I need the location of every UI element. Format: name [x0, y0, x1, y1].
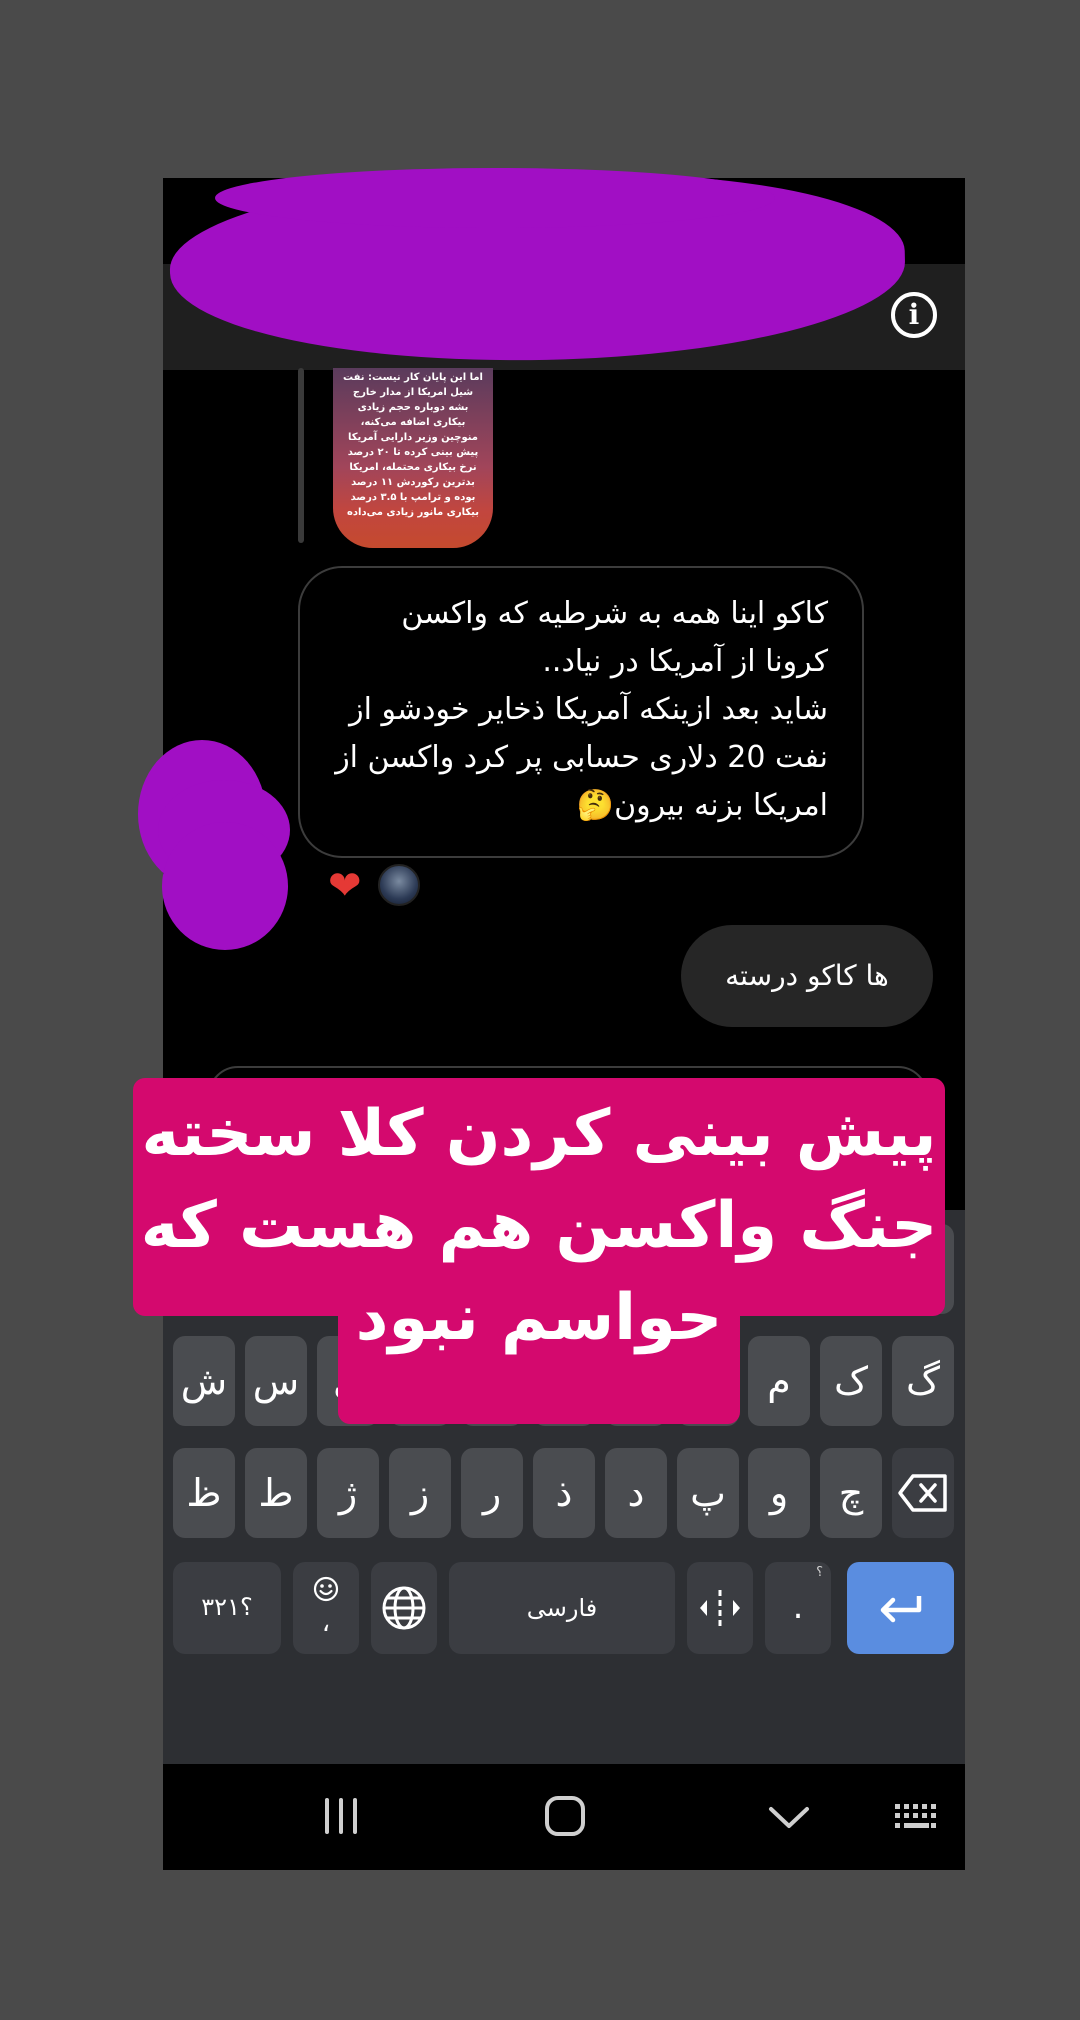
phone-screen: i اما این پایان کار نیست: نفت شیل امریکا…: [163, 178, 965, 1870]
space-bar[interactable]: فارسی: [449, 1562, 675, 1654]
key[interactable]: ز: [389, 1448, 451, 1538]
message-line: شاید بعد ازینکه آمریکا ذخایر خودشو از: [349, 692, 828, 727]
smile-icon: [313, 1576, 339, 1602]
cursor-control-key[interactable]: [687, 1562, 753, 1654]
heart-icon: ❤: [328, 863, 362, 909]
caption-line: پیش بینی کردن کلا سخته: [141, 1097, 937, 1171]
language-key[interactable]: [371, 1562, 437, 1654]
info-icon[interactable]: i: [891, 292, 937, 338]
outgoing-message-text: ها کاکو درسته: [725, 959, 889, 992]
keyboard-icon[interactable]: [893, 1802, 941, 1832]
key[interactable]: ذ: [533, 1448, 595, 1538]
symbols-key[interactable]: ؟۳۲۱: [173, 1562, 281, 1654]
emoji-key[interactable]: ،: [293, 1562, 359, 1654]
key[interactable]: ظ: [173, 1448, 235, 1538]
key[interactable]: ر: [461, 1448, 523, 1538]
caption-line: جنگ واکسن هم هست که: [140, 1189, 938, 1263]
redaction-scribble: [215, 168, 775, 228]
period-key[interactable]: . ؟: [765, 1562, 831, 1654]
backspace-icon: [898, 1474, 947, 1512]
key[interactable]: ط: [245, 1448, 307, 1538]
avatar: [378, 864, 420, 906]
story-preview-text: اما این پایان کار نیست: نفت شیل امریکا ا…: [343, 372, 483, 518]
enter-key[interactable]: [847, 1562, 954, 1654]
recent-apps-icon[interactable]: [321, 1794, 361, 1838]
backspace-key[interactable]: [892, 1448, 954, 1538]
globe-icon: [382, 1586, 426, 1630]
key[interactable]: و: [748, 1448, 810, 1538]
key[interactable]: د: [605, 1448, 667, 1538]
story-reply-preview[interactable]: اما این پایان کار نیست: نفت شیل امریکا ا…: [333, 368, 493, 548]
reply-indicator-line: [298, 368, 304, 543]
outgoing-message-bubble[interactable]: ها کاکو درسته: [681, 925, 933, 1027]
message-line: کاکو اینا همه به شرطیه که واکسن: [401, 596, 828, 631]
story-caption-text: پیش بینی کردن کلا سخته جنگ واکسن هم هست …: [133, 1088, 945, 1364]
message-line: کرونا از آمریکا در نیاد..: [542, 644, 828, 679]
message-line: امریکا بزنه بیرون🤔: [576, 788, 828, 823]
incoming-message-bubble[interactable]: کاکو اینا همه به شرطیه که واکسن کرونا از…: [298, 566, 864, 858]
key[interactable]: چ: [820, 1448, 882, 1538]
comma-label: ،: [321, 1608, 331, 1638]
key[interactable]: ژ: [317, 1448, 379, 1538]
cursor-move-icon: [700, 1590, 740, 1626]
redaction-scribble: [162, 822, 288, 950]
key[interactable]: پ: [677, 1448, 739, 1538]
caption-line: حواسم نبود: [355, 1281, 723, 1355]
message-line: نفت 20 دلاری حسابی پر کرد واکسن از: [335, 740, 828, 775]
enter-icon: [880, 1596, 921, 1623]
back-chevron-down-icon[interactable]: [767, 1804, 811, 1832]
navigation-bar: [163, 1764, 965, 1870]
home-icon[interactable]: [543, 1794, 587, 1838]
